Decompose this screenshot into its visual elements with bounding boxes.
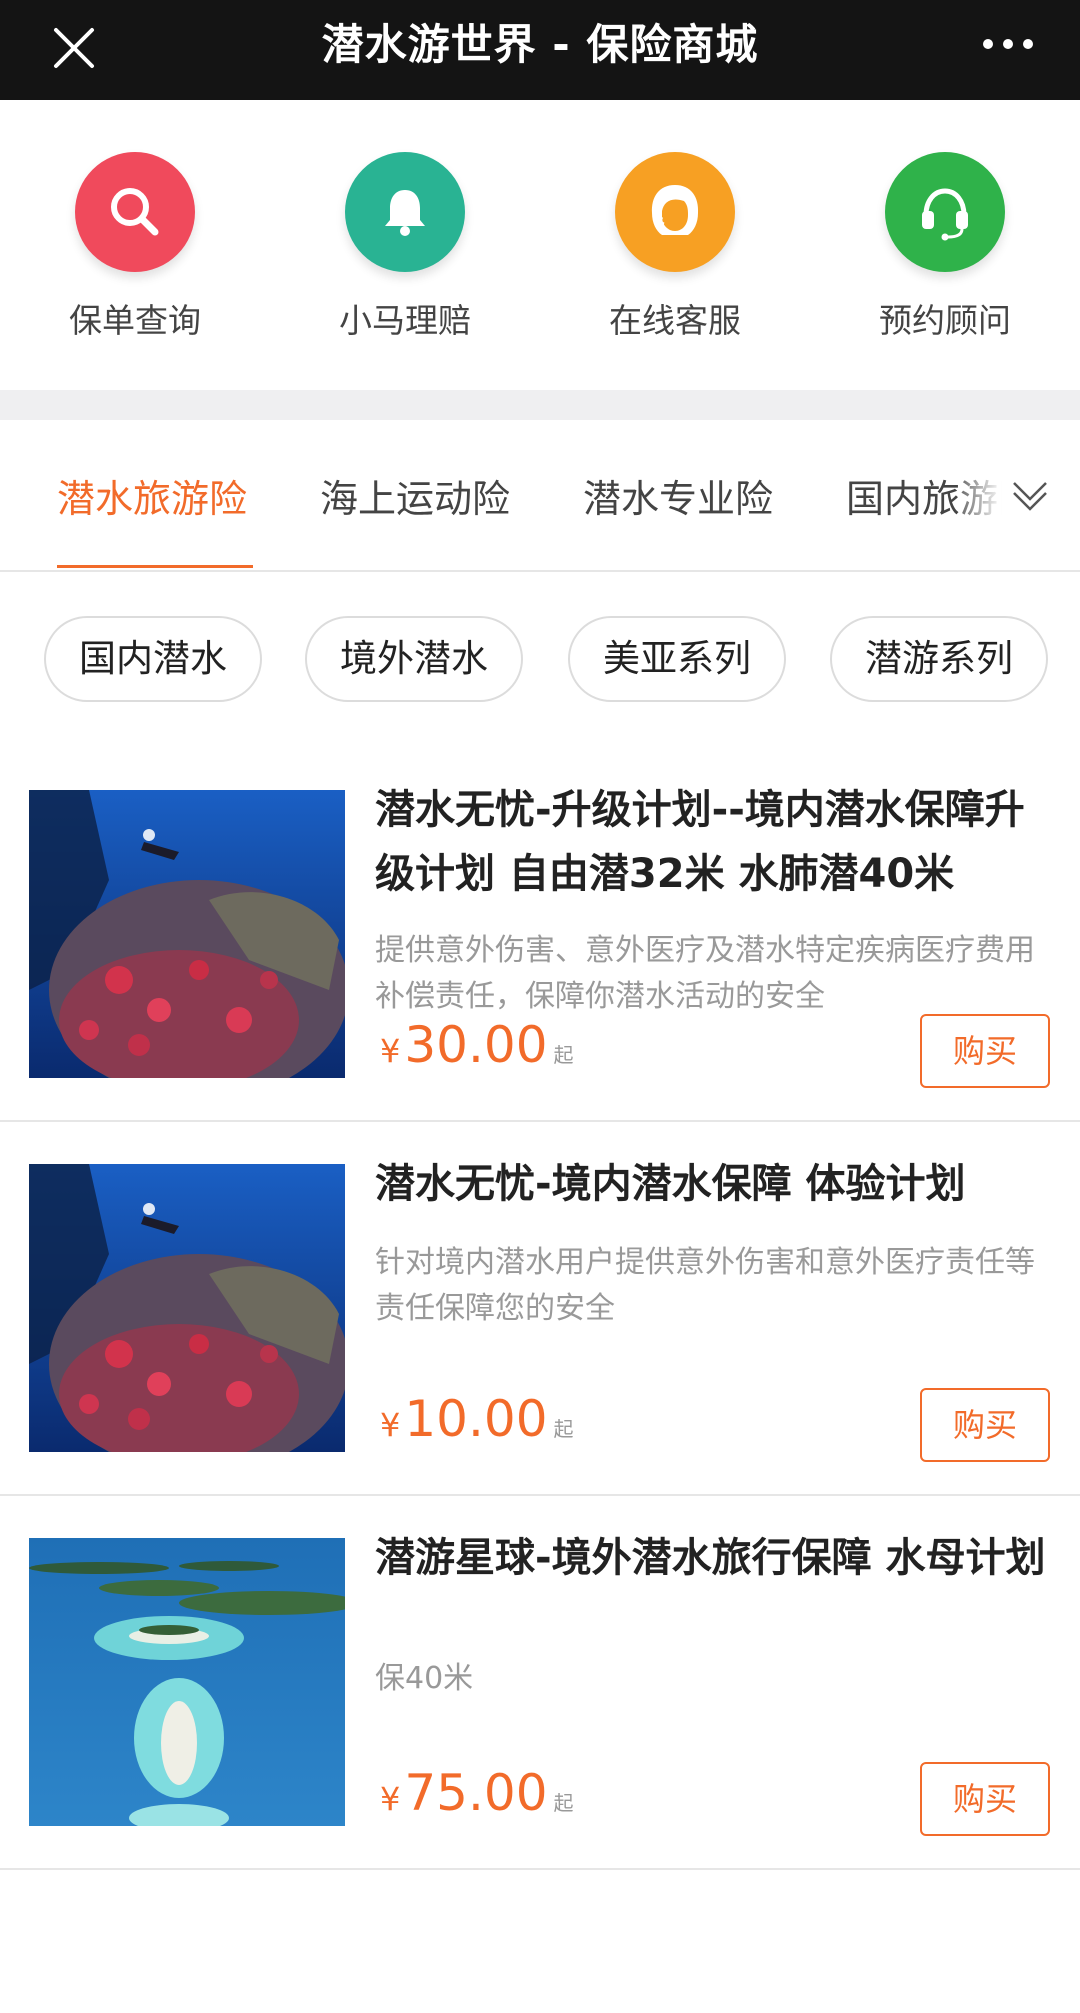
tab-diving-professional[interactable]: 潜水专业险 (583, 468, 773, 523)
product-card[interactable]: 潜游星球-境外潜水旅行保障 水母计划 保40米 ¥75.00 起 购买 (0, 1496, 1080, 1870)
chip-aig-series[interactable]: 美亚系列 (568, 616, 786, 702)
headset-icon (885, 152, 1005, 272)
buy-button[interactable]: 购买 (920, 1014, 1050, 1088)
tab-diving-travel[interactable]: 潜水旅游险 (57, 468, 247, 523)
product-title[interactable]: 潜水无忧-境内潜水保障 体验计划 (375, 1152, 1060, 1216)
price-suffix: 起 (553, 1043, 574, 1067)
price-value: 30.00 (404, 1016, 548, 1074)
currency-symbol: ¥ (380, 1032, 401, 1070)
product-description: 保40米 (375, 1661, 474, 1696)
price-value: 75.00 (404, 1764, 548, 1822)
filter-chips: 国内潜水 境外潜水 美亚系列 潜游系列 (0, 572, 1080, 722)
product-title[interactable]: 潜水无忧-升级计划--境内潜水保障升级计划 自由潜32米 水肺潜40米 (375, 778, 1060, 906)
product-price: ¥30.00 起 (380, 1016, 574, 1074)
coral-reef-diver-photo (29, 1164, 345, 1452)
product-card[interactable]: 潜水无忧-升级计划--境内潜水保障升级计划 自由潜32米 水肺潜40米 提供意外… (0, 748, 1080, 1122)
buy-button[interactable]: 购买 (920, 1388, 1050, 1462)
quick-actions: 保单查询 小马理赔 在线客服 预约顾问 (0, 100, 1080, 390)
price-value: 10.00 (404, 1390, 548, 1448)
active-tab-indicator (57, 565, 253, 568)
more-icon[interactable] (980, 32, 1036, 56)
page-title: 潜水游世界 - 保险商城 (321, 20, 759, 69)
category-tabs: 潜水旅游险 海上运动险 潜水专业险 国内旅游险 (0, 420, 1080, 572)
chip-domestic-diving[interactable]: 国内潜水 (44, 616, 262, 702)
section-divider (0, 390, 1080, 420)
title-bar: 潜水游世界 - 保险商城 (0, 0, 1080, 100)
search-icon (75, 152, 195, 272)
online-service-button[interactable]: 在线客服 (575, 152, 775, 352)
currency-symbol: ¥ (380, 1780, 401, 1818)
coral-reef-diver-photo (29, 790, 345, 1078)
product-price: ¥10.00 起 (380, 1390, 574, 1448)
policy-query-label: 保单查询 (69, 301, 201, 340)
buy-button[interactable]: 购买 (920, 1762, 1050, 1836)
chevron-down-icon[interactable] (1010, 475, 1050, 515)
advisor-button[interactable]: 预约顾问 (845, 152, 1045, 352)
island-aerial-photo (29, 1538, 345, 1826)
product-description: 针对境内潜水用户提供意外伤害和意外医疗责任等责任保障您的安全 (375, 1245, 1035, 1326)
chip-overseas-diving[interactable]: 境外潜水 (305, 616, 523, 702)
online-service-label: 在线客服 (609, 301, 741, 340)
price-suffix: 起 (553, 1417, 574, 1441)
customer-service-icon (615, 152, 735, 272)
product-description: 提供意外伤害、意外医疗及潜水特定疾病医疗费用补偿责任，保障你潜水活动的安全 (375, 933, 1035, 1014)
product-card[interactable]: 潜水无忧-境内潜水保障 体验计划 针对境内潜水用户提供意外伤害和意外医疗责任等责… (0, 1122, 1080, 1496)
product-title[interactable]: 潜游星球-境外潜水旅行保障 水母计划 (375, 1526, 1060, 1590)
claims-label: 小马理赔 (339, 301, 471, 340)
product-price: ¥75.00 起 (380, 1764, 574, 1822)
chip-qianyou-series[interactable]: 潜游系列 (830, 616, 1048, 702)
claims-button[interactable]: 小马理赔 (305, 152, 505, 352)
price-suffix: 起 (553, 1791, 574, 1815)
policy-query-button[interactable]: 保单查询 (35, 152, 235, 352)
advisor-label: 预约顾问 (879, 301, 1011, 340)
currency-symbol: ¥ (380, 1406, 401, 1444)
bell-icon (345, 152, 465, 272)
tab-marine-sports[interactable]: 海上运动险 (320, 468, 510, 523)
